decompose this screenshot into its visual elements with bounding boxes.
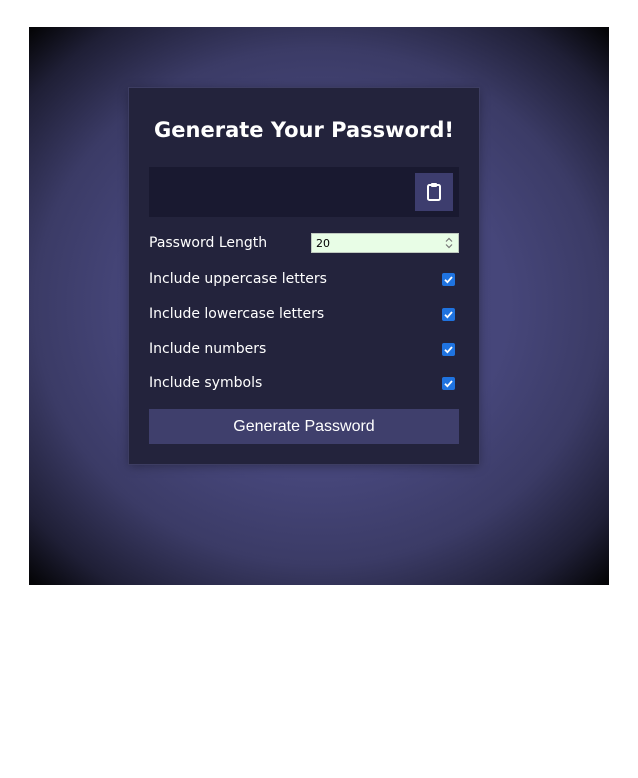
setting-uppercase: Include uppercase letters xyxy=(149,269,459,291)
setting-lowercase: Include lowercase letters xyxy=(149,304,459,326)
password-result-box xyxy=(149,167,459,217)
spinner-arrows-icon[interactable] xyxy=(443,236,455,250)
password-length-value: 20 xyxy=(316,237,330,250)
app-viewport: Generate Your Password! Password Length … xyxy=(29,27,609,585)
clipboard-icon xyxy=(427,183,441,201)
setting-symbols: Include symbols xyxy=(149,373,459,395)
password-length-label: Password Length xyxy=(149,235,268,251)
password-length-input[interactable]: 20 xyxy=(311,233,459,253)
checkmark-icon xyxy=(444,311,453,319)
checkmark-icon xyxy=(444,380,453,388)
generate-password-button[interactable]: Generate Password xyxy=(149,409,459,444)
checkmark-icon xyxy=(444,276,453,284)
uppercase-label: Include uppercase letters xyxy=(149,271,327,287)
symbols-checkbox[interactable] xyxy=(442,377,455,390)
checkmark-icon xyxy=(444,346,453,354)
lowercase-label: Include lowercase letters xyxy=(149,306,325,322)
password-generator-card: Generate Your Password! Password Length … xyxy=(129,88,479,464)
symbols-label: Include symbols xyxy=(149,375,263,391)
copy-to-clipboard-button[interactable] xyxy=(415,173,453,211)
uppercase-checkbox[interactable] xyxy=(442,273,455,286)
page-title: Generate Your Password! xyxy=(154,118,454,142)
numbers-label: Include numbers xyxy=(149,341,267,357)
setting-password-length: Password Length 20 xyxy=(149,233,459,255)
lowercase-checkbox[interactable] xyxy=(442,308,455,321)
setting-numbers: Include numbers xyxy=(149,339,459,361)
numbers-checkbox[interactable] xyxy=(442,343,455,356)
